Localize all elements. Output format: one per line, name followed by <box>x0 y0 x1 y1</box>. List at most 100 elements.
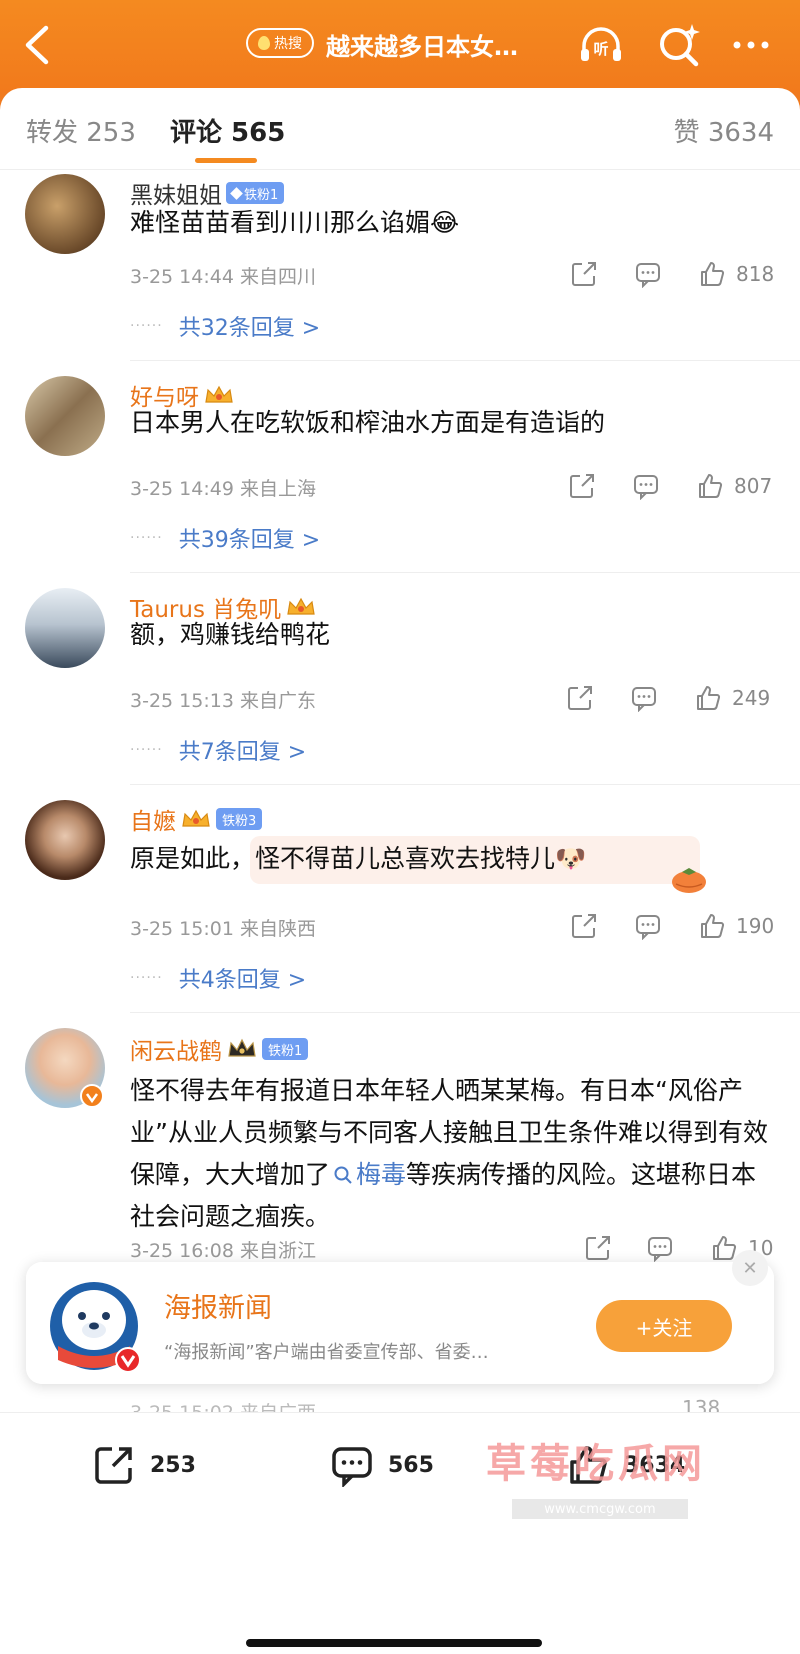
replies-label: 共7条回复 > <box>178 740 307 765</box>
comment-author[interactable]: 自嬷 铁粉3 <box>130 802 263 836</box>
watermark-text: 草莓吃瓜网 <box>486 1441 706 1487</box>
fan-badge: 铁粉3 <box>216 808 263 830</box>
tab-comments[interactable]: 评论 565 <box>170 112 285 149</box>
page-title[interactable]: 越来越多日本女… <box>326 27 556 62</box>
comment-text: 额，鸡赚钱给鸭花 <box>130 620 331 649</box>
listen-button[interactable]: 听 <box>578 22 624 68</box>
comment-meta: 3-25 16:08 来自浙江 <box>130 1240 316 1262</box>
tab-likes[interactable]: 赞 3634 <box>674 112 774 149</box>
like-button[interactable]: 249 <box>694 684 770 712</box>
comment-author[interactable]: 闲云战鹤 铁粉1 <box>130 1032 309 1066</box>
avatar[interactable] <box>25 174 105 254</box>
account-name[interactable]: 海报新闻 <box>164 1286 272 1325</box>
hot-search-label: 热搜 <box>274 36 302 52</box>
verified-v-icon <box>115 1347 141 1373</box>
follow-account-card[interactable]: 海报新闻 “海报新闻”客户端由省委宣传部、省委… +关注 ✕ <box>26 1250 774 1384</box>
comment-icon[interactable] <box>634 912 662 940</box>
replies-label: 共39条回复 > <box>178 528 321 553</box>
home-indicator[interactable] <box>246 1639 542 1647</box>
replies-dots: ······ <box>130 970 163 986</box>
listen-label: 听 <box>593 40 608 58</box>
verified-icon <box>80 1084 104 1108</box>
diamond-icon <box>230 186 243 200</box>
replies-label: 共32条回复 > <box>178 316 321 341</box>
more-button[interactable] <box>728 22 774 68</box>
like-count: 190 <box>736 914 775 938</box>
headphones-icon: 听 <box>581 27 621 61</box>
like-button[interactable]: 818 <box>698 260 774 288</box>
view-replies-link[interactable]: ······ 共39条回复 > <box>130 522 320 554</box>
view-replies-link[interactable]: ······ 共7条回复 > <box>130 734 306 766</box>
author-name: 闲云战鹤 <box>130 1039 222 1065</box>
like-button[interactable]: 807 <box>696 472 772 500</box>
author-name: 自嬷 <box>130 809 176 835</box>
search-icon <box>334 1166 352 1184</box>
repost-count: 253 <box>150 1452 196 1478</box>
comment-meta: 3-25 14:44 来自四川 <box>130 266 316 288</box>
comment-text: 日本男人在吃软饭和榨油水方面是有造诣的 <box>130 408 606 437</box>
like-count: 818 <box>736 262 775 286</box>
back-button[interactable] <box>18 22 58 68</box>
fan-badge: 铁粉1 <box>226 182 285 204</box>
thumbs-up-icon <box>701 262 725 286</box>
like-button[interactable]: 190 <box>698 912 774 940</box>
comment-text: 难怪苗苗看到川川那么谄媚😂 <box>130 208 460 237</box>
comment-meta: 3-25 15:13 来自广东 <box>130 690 316 712</box>
avatar[interactable] <box>25 800 105 880</box>
divider <box>130 360 800 361</box>
comment-meta: 3-25 15:01 来自陕西 <box>130 918 316 940</box>
fan-badge: 铁粉1 <box>262 1038 309 1060</box>
view-replies-link[interactable]: ······ 共4条回复 > <box>130 962 306 994</box>
comment-meta: 3-25 14:49 来自上海 <box>130 478 316 500</box>
share-icon[interactable] <box>584 1234 612 1262</box>
ai-search-button[interactable] <box>656 22 702 68</box>
fan-badge-label: 铁粉1 <box>244 187 279 203</box>
crown-icon <box>182 809 210 827</box>
more-dots-icon <box>733 41 769 49</box>
share-icon <box>95 1447 132 1484</box>
comment-icon[interactable] <box>632 472 660 500</box>
like-count: 249 <box>732 686 771 710</box>
avatar[interactable] <box>25 588 105 668</box>
share-icon[interactable] <box>566 684 594 712</box>
divider <box>130 572 800 573</box>
comment-count: 565 <box>388 1452 434 1478</box>
replies-dots: ······ <box>130 318 163 334</box>
replies-label: 共4条回复 > <box>178 968 307 993</box>
share-icon[interactable] <box>568 472 596 500</box>
replies-dots: ······ <box>130 530 163 546</box>
flame-icon <box>258 36 270 50</box>
comment-button[interactable]: 565 <box>330 1443 434 1487</box>
close-icon[interactable]: ✕ <box>732 1250 768 1286</box>
avatar[interactable] <box>25 376 105 456</box>
fan-badge-label: 铁粉1 <box>268 1043 303 1059</box>
comment-icon <box>332 1447 372 1487</box>
hot-search-badge[interactable]: 热搜 <box>246 28 314 58</box>
bottom-action-bar: 253 565 3634 草莓吃瓜网 www.cmcgw.com <box>0 1412 800 1654</box>
comment-icon[interactable] <box>646 1234 674 1262</box>
thumbs-up-icon <box>699 474 723 498</box>
tab-bar: 转发 253 评论 565 赞 3634 <box>0 88 800 170</box>
top-header: 热搜 越来越多日本女… 听 <box>0 0 800 92</box>
like-count: 807 <box>734 474 773 498</box>
comment-icon[interactable] <box>634 260 662 288</box>
thumbs-up-icon <box>697 686 721 710</box>
topic-link[interactable]: 梅毒 <box>330 1160 406 1189</box>
active-tab-indicator <box>195 158 257 163</box>
thumbs-up-icon <box>701 914 725 938</box>
share-icon[interactable] <box>570 260 598 288</box>
chevron-left-icon <box>25 25 49 65</box>
account-description: “海报新闻”客户端由省委宣传部、省委… <box>164 1342 489 1363</box>
search-sparkle-icon <box>660 24 700 67</box>
comment-icon[interactable] <box>630 684 658 712</box>
share-icon[interactable] <box>570 912 598 940</box>
repost-button[interactable]: 253 <box>92 1443 196 1487</box>
view-replies-link[interactable]: ······ 共32条回复 > <box>130 310 320 342</box>
tab-repost[interactable]: 转发 253 <box>26 112 136 149</box>
replies-dots: ······ <box>130 742 163 758</box>
fan-badge-label: 铁粉3 <box>222 813 257 829</box>
follow-button[interactable]: +关注 <box>596 1300 732 1352</box>
topic-label: 梅毒 <box>356 1160 407 1189</box>
comment-text: 原是如此，怪不得苗儿总喜欢去找特儿🐶 <box>130 844 587 873</box>
divider <box>130 784 800 785</box>
